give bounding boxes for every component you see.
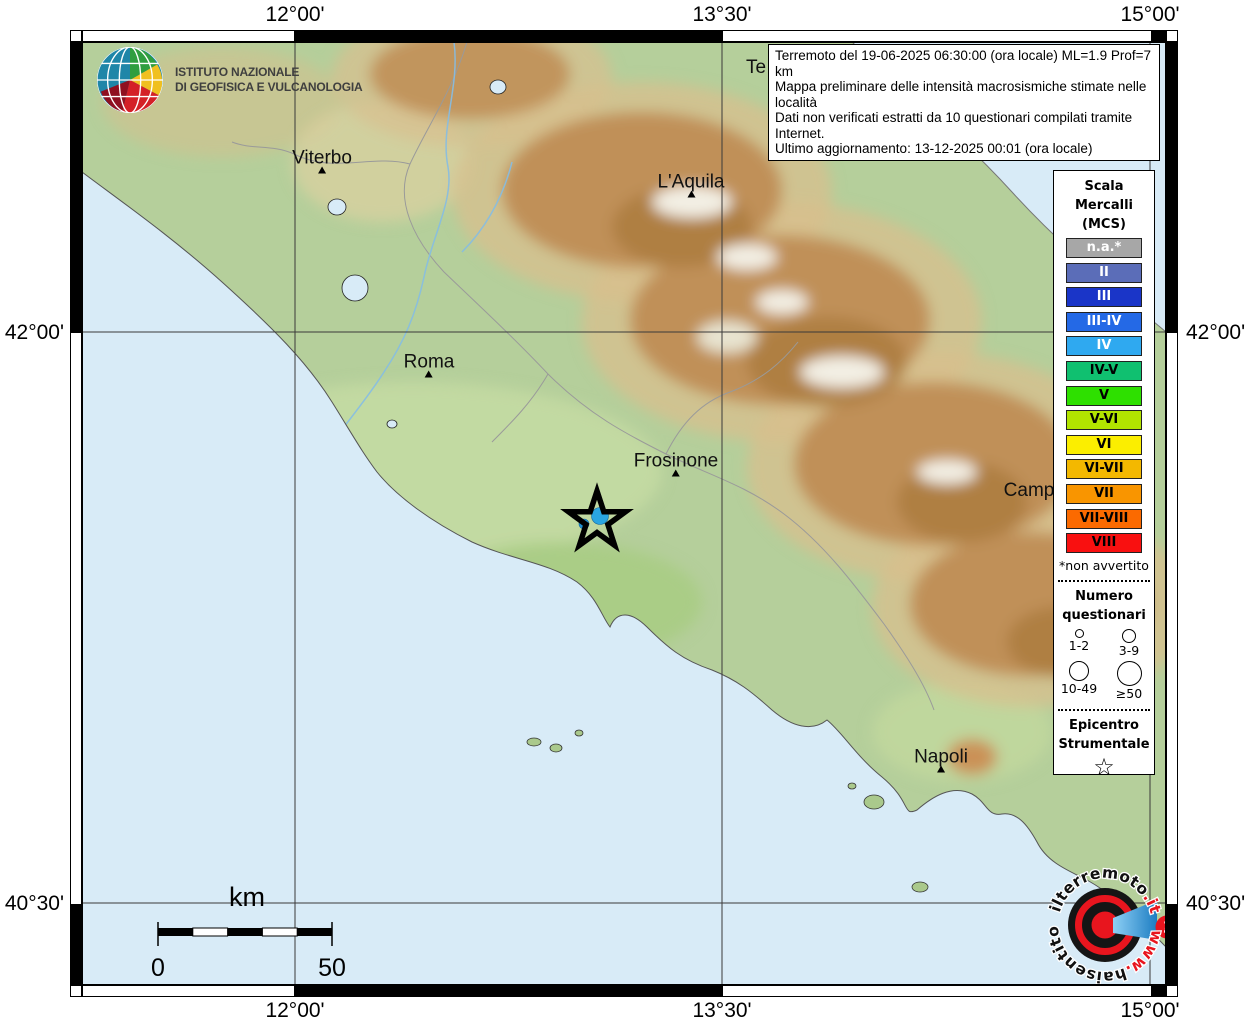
epicenter-title-line: Epicentro (1069, 717, 1139, 733)
frame-corner (1166, 985, 1178, 997)
intensity-chip-v-vi: V-VI (1066, 410, 1142, 431)
frame-segment (1167, 333, 1177, 904)
axis-label-left-4030: 40°30' (4, 892, 64, 915)
scale-bar-unit: km (229, 882, 265, 912)
epicenter-star-legend-icon: ☆ (1093, 752, 1115, 775)
intensity-chip-v: V (1066, 385, 1142, 406)
ingv-name-line1: ISTITUTO NAZIONALE (175, 65, 300, 79)
intensity-chip-iv: IV (1066, 336, 1142, 357)
axis-label-bottom-1330: 13°30' (692, 999, 752, 1022)
legend-divider (1058, 708, 1150, 711)
ingv-name: ISTITUTO NAZIONALE DI GEOFISICA E VULCAN… (175, 65, 363, 95)
frame-segment (1167, 904, 1177, 984)
frame-segment (83, 31, 294, 41)
legend-title-line: Scala (1084, 179, 1124, 194)
questionnaire-count-circle-icon (1116, 660, 1142, 686)
frame-corner (70, 985, 82, 997)
questionnaire-title-line: questionari (1062, 607, 1146, 623)
questionnaire-size-grid: 1-2 3-9 10-49 ≥50 (1054, 628, 1154, 702)
legend-panel: Scala Mercalli (MCS) n.a.* II III III-IV IV I… (1053, 170, 1155, 775)
questionnaire-class: 1-2 (1054, 628, 1104, 659)
questionnaire-class: 10-49 (1054, 660, 1104, 702)
axis-label-right-4030: 40°30' (1186, 892, 1246, 915)
frame-segment (1167, 43, 1177, 333)
frame-segment (83, 986, 294, 996)
ingv-name-line2: DI GEOFISICA E VULCANOLOGIA (175, 80, 363, 94)
frame-segment (294, 31, 723, 41)
legend-footnote: *non avvertito (1059, 557, 1149, 573)
intensity-chip-vi: VI (1066, 434, 1142, 455)
frame-segment (723, 31, 1151, 41)
shakemap-page: 12°00' 13°30' 15°00' 12°00' 13°30' 15°00… (0, 0, 1255, 1024)
frame-corner (1166, 30, 1178, 42)
questionnaire-count-label: 10-49 (1060, 680, 1098, 696)
frame-corner (70, 30, 82, 42)
event-info-box: Terremoto del 19-06-2025 06:30:00 (ora l… (768, 44, 1160, 161)
questionnaire-count-label: 3-9 (1118, 642, 1140, 658)
axis-label-top-1330: 13°30' (692, 3, 752, 26)
intensity-chip-iv-v: IV-V (1066, 360, 1142, 381)
legend-divider (1058, 579, 1150, 582)
frame-segment (71, 333, 81, 904)
frame-right (1166, 42, 1178, 985)
intensity-chip-iii: III (1066, 287, 1142, 308)
questionnaire-class: 3-9 (1104, 628, 1154, 659)
scale-bar-start: 0 (151, 954, 165, 982)
questionnaire-count-circle-icon (1122, 628, 1136, 643)
frame-segment (1151, 986, 1165, 996)
map-canvas: km 0 50 ? ilterremoto.it www.haisentito (82, 42, 1166, 985)
event-info-line2: Mappa preliminare delle intensità macros… (775, 79, 1147, 110)
scale-bar-end: 50 (318, 954, 346, 982)
intensity-chip-vii-viii: VII-VIII (1066, 508, 1142, 529)
frame-left (70, 42, 82, 985)
intensity-chip-n-a-: n.a.* (1066, 238, 1142, 258)
axis-label-right-42: 42°00' (1186, 321, 1246, 344)
frame-top (82, 30, 1166, 42)
intensity-chip-vii: VII (1066, 483, 1142, 504)
questionnaire-count-label: ≥50 (1115, 685, 1143, 701)
intensity-chip-iii-iv: III-IV (1066, 311, 1142, 332)
axis-label-top-12: 12°00' (265, 3, 325, 26)
frame-bottom (82, 985, 1166, 997)
event-info-line1: Terremoto del 19-06-2025 06:30:00 (ora l… (775, 48, 1151, 79)
axis-label-bottom-15: 15°00' (1120, 999, 1180, 1022)
legend-title-line: (MCS) (1082, 217, 1126, 232)
event-info-line3: Dati non verificati estratti da 10 quest… (775, 110, 1133, 141)
questionnaire-class: ≥50 (1104, 660, 1154, 702)
event-info-line4: Ultimo aggiornamento: 13-12-2025 00:01 (… (775, 141, 1093, 156)
frame-segment (1151, 31, 1165, 41)
frame-segment (294, 986, 723, 996)
axis-label-top-15: 15°00' (1120, 3, 1180, 26)
frame-segment (723, 986, 1151, 996)
intensity-chip-vi-vii: VI-VII (1066, 459, 1142, 480)
intensity-scale-list: n.a.* II III III-IV IV IV-V V V-VI VI VI-VII VII VI… (1054, 238, 1154, 554)
intensity-chip-ii: II (1066, 262, 1142, 283)
frame-segment (71, 904, 81, 984)
questionnaire-count-circle-icon (1074, 628, 1084, 638)
frame-segment (71, 43, 81, 333)
epicenter-title-line: Strumentale (1058, 736, 1150, 752)
questionnaire-title-line: Numero (1075, 588, 1133, 604)
intensity-chip-viii: VIII (1066, 533, 1142, 554)
ingv-globe-icon (96, 46, 164, 114)
questionnaire-count-circle-icon (1069, 660, 1089, 681)
questionnaire-count-label: 1-2 (1068, 637, 1090, 653)
axis-label-bottom-12: 12°00' (265, 999, 325, 1022)
ingv-branding: ISTITUTO NAZIONALE DI GEOFISICA E VULCAN… (95, 45, 363, 115)
legend-title-line: Mercalli (1074, 198, 1133, 213)
axis-label-left-42: 42°00' (4, 321, 64, 344)
